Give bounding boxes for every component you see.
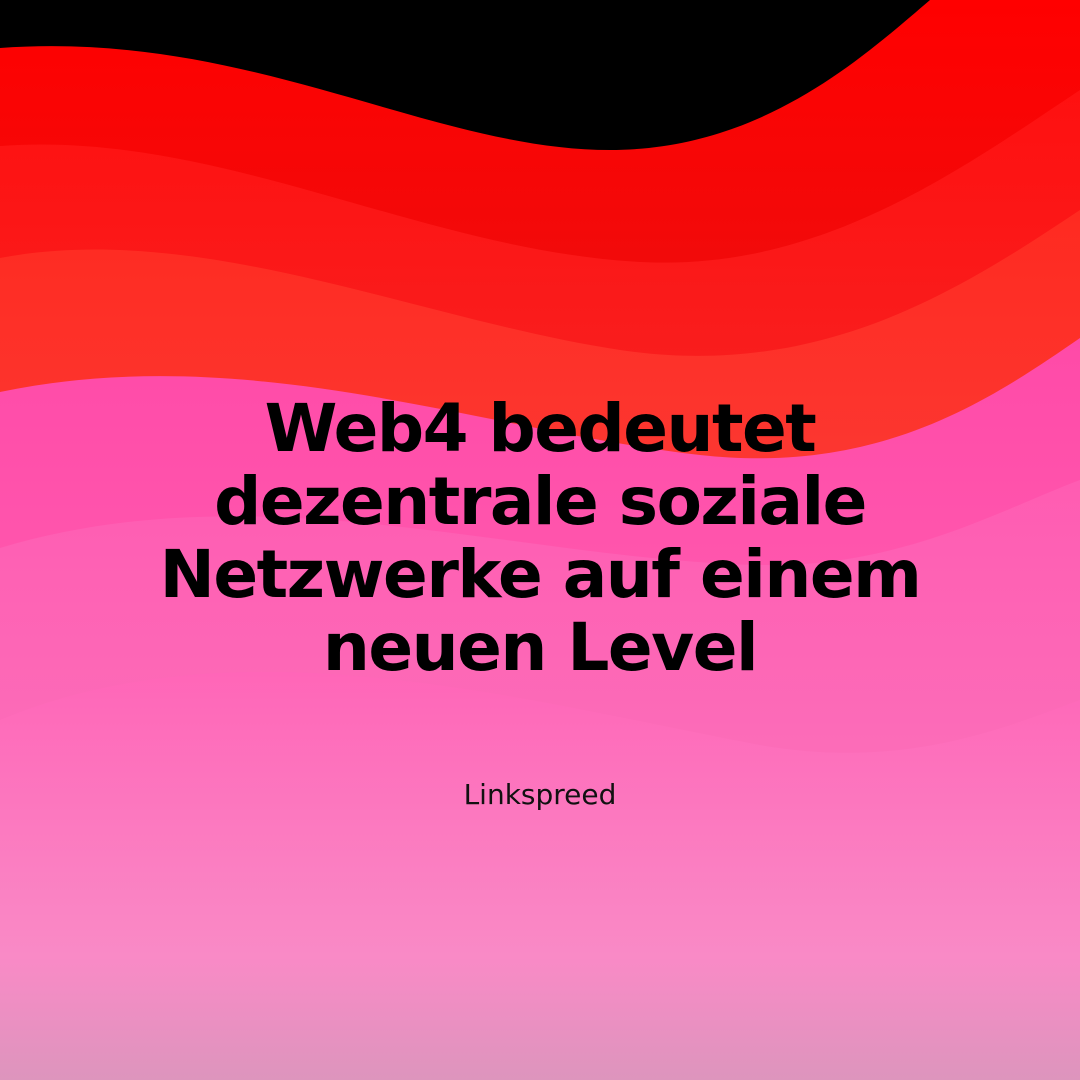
brand-name: Linkspreed xyxy=(463,778,617,811)
headline-line-4: neuen Level xyxy=(322,609,759,686)
headline-line-1: Web4 bedeutet xyxy=(264,390,817,467)
post-canvas: Web4 bedeutet dezentrale soziale Netzwer… xyxy=(0,0,1080,1080)
headline: Web4 bedeutet dezentrale soziale Netzwer… xyxy=(40,392,1040,684)
headline-line-2: dezentrale soziale xyxy=(214,463,867,540)
headline-line-3: Netzwerke auf einem xyxy=(159,536,922,613)
